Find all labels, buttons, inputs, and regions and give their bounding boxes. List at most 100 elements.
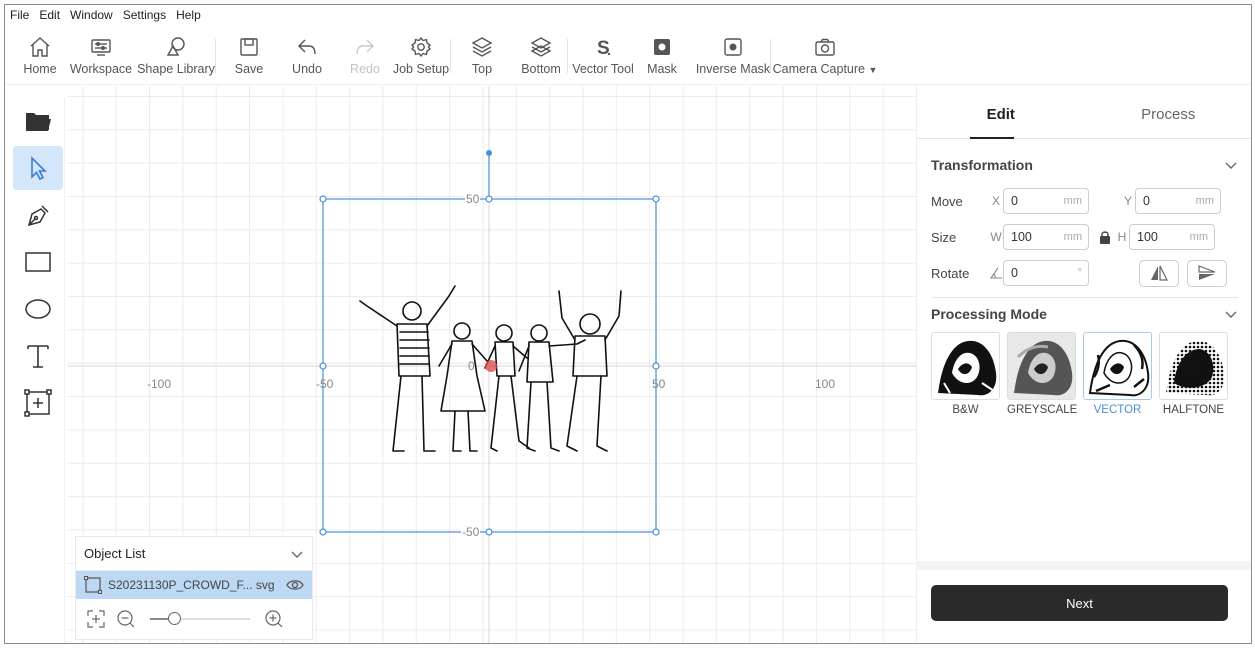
shape-library-label: Shape Library [137,62,215,76]
camera-capture-button[interactable]: Camera Capture ▼ [773,27,877,83]
rectangle-tool[interactable] [13,240,63,284]
job-setup-button[interactable]: Job Setup [392,27,450,83]
toolbar-divider [770,39,771,73]
object-list-panel: Object List S20231130P_CROWD_F... svg [75,536,313,640]
text-tool[interactable] [13,334,63,378]
mode-greyscale[interactable]: GREYSCALE [1007,332,1078,416]
shape-library-button[interactable]: Shape Library [137,27,215,83]
object-list-header[interactable]: Object List [76,537,312,571]
save-button[interactable]: Save [224,27,274,83]
top-button[interactable]: Top [457,27,507,83]
bottom-button[interactable]: Bottom [515,27,567,83]
undo-button[interactable]: Undo [282,27,332,83]
processing-mode-title: Processing Mode [931,306,1047,322]
camera-icon [815,38,835,56]
cursor-arrow-icon [31,156,47,181]
next-button[interactable]: Next [931,585,1228,621]
pen-icon [27,205,49,227]
action-panel: Next [916,570,1251,642]
mode-halftone-thumbnail [1159,332,1228,400]
add-frame-tool[interactable] [13,381,63,425]
pen-tool[interactable] [13,193,63,237]
frame-plus-icon [24,389,52,417]
home-icon [30,37,50,57]
x-axis-label: X [991,194,1000,208]
transformation-header[interactable]: Transformation [917,157,1251,173]
move-label: Move [931,193,963,209]
workspace-button[interactable]: Workspace [69,27,133,83]
home-label: Home [23,62,57,76]
rotate-label: Rotate [931,265,970,281]
size-label: Size [931,229,957,245]
gear-icon [410,36,432,58]
mode-greyscale-label: GREYSCALE [1007,404,1078,416]
flip-horizontal-icon [1151,265,1168,281]
rotate-input[interactable]: 0 ° [1003,260,1089,286]
rectangle-icon [25,252,51,272]
job-setup-label: Job Setup [392,62,450,76]
save-label: Save [234,62,264,76]
save-icon [240,38,258,56]
eye-icon[interactable] [286,578,304,592]
tab-process[interactable]: Process [1085,91,1252,138]
ellipse-icon [25,299,51,319]
move-x-input[interactable]: 0 mm [1003,188,1089,214]
mode-vector[interactable]: VECTOR [1083,332,1152,416]
vector-shape-icon [84,576,102,594]
height-input[interactable]: 100 mm [1129,224,1215,250]
mode-halftone-label: HALFTONE [1162,404,1225,416]
properties-panel: Edit Process Transformation Move X 0 mm Y… [916,91,1252,561]
mask-button[interactable]: Mask [642,27,682,83]
chevron-down-icon[interactable] [1224,309,1238,319]
home-button[interactable]: Home [21,27,59,83]
open-folder-tool[interactable] [13,99,63,143]
flip-horizontal-button[interactable] [1139,259,1179,287]
menu-edit[interactable]: Edit [34,8,65,22]
ellipse-tool[interactable] [13,287,63,331]
chevron-down-icon[interactable] [1224,160,1238,170]
size-row: Size W 100 mm H 100 mm [917,219,1251,255]
zoom-slider[interactable] [150,612,250,625]
tab-edit[interactable]: Edit [917,91,1085,138]
axis-label-y: 50 [465,192,481,206]
inverse-mask-label: Inverse Mask [695,62,771,76]
processing-mode-header[interactable]: Processing Mode [917,306,1251,322]
left-toolbox [11,97,65,642]
zoom-in-icon[interactable] [264,609,284,629]
menu-window[interactable]: Window [65,8,118,22]
workspace-icon [91,39,111,56]
mode-halftone[interactable]: HALFTONE [1159,332,1228,416]
object-list-title: Object List [84,546,146,561]
menu-help[interactable]: Help [171,8,206,22]
axis-label-x: 100 [815,377,836,391]
vector-tool-button[interactable]: S Vector Tool [570,27,636,83]
flip-vertical-button[interactable] [1187,259,1227,287]
zoom-slider-knob[interactable] [167,612,181,625]
main-toolbar: Home Workspace Shape Library Save Undo R… [5,27,1251,85]
redo-icon [356,39,374,55]
mode-bw[interactable]: B&W [931,332,1000,416]
lock-icon[interactable] [1099,230,1111,244]
menu-settings[interactable]: Settings [118,8,171,22]
toolbar-divider [450,39,451,73]
mask-icon [654,39,670,55]
select-tool[interactable] [13,146,63,190]
w-axis-label: W [990,230,1002,244]
chevron-down-icon[interactable] [290,549,304,559]
fit-screen-icon[interactable] [86,609,106,629]
redo-button[interactable]: Redo [340,27,390,83]
rotate-row: Rotate 0 ° [917,255,1251,291]
zoom-out-icon[interactable] [116,609,136,629]
menu-file[interactable]: File [5,8,34,22]
top-label: Top [471,62,493,76]
inverse-mask-button[interactable]: Inverse Mask [696,27,770,83]
zoom-controls [76,599,312,639]
active-tab-indicator [970,137,1014,139]
mode-greyscale-thumbnail [1007,332,1076,400]
object-list-item[interactable]: S20231130P_CROWD_F... svg [76,571,312,599]
width-input[interactable]: 100 mm [1003,224,1089,250]
flip-vertical-icon [1198,265,1216,280]
move-y-input[interactable]: 0 mm [1135,188,1221,214]
y-axis-label: Y [1123,194,1132,208]
redo-label: Redo [350,62,380,76]
